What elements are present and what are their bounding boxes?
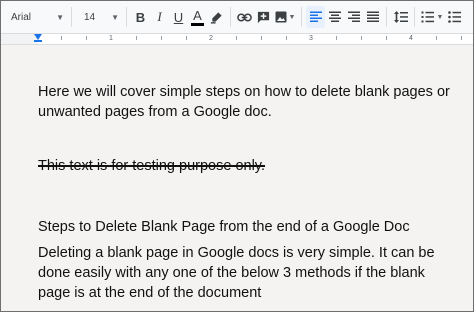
align-right-icon	[347, 11, 360, 22]
ruler-tick	[186, 36, 187, 40]
ruler-tick	[136, 36, 137, 40]
ruler-number: 2	[209, 35, 213, 42]
ruler-tick	[236, 36, 237, 40]
align-left-icon	[309, 11, 322, 22]
toolbar-divider	[71, 7, 72, 27]
justify-button[interactable]	[363, 6, 382, 28]
toolbar-divider	[126, 7, 127, 27]
italic-button[interactable]: I	[150, 6, 169, 28]
align-right-button[interactable]	[344, 6, 363, 28]
font-family-dropdown[interactable]: Arial ▼	[1, 5, 67, 29]
add-comment-icon	[257, 11, 270, 23]
align-left-button[interactable]	[306, 6, 325, 28]
image-icon	[275, 11, 287, 23]
ruler-tick	[436, 36, 437, 40]
font-size-value: 14	[84, 11, 96, 23]
font-family-value: Arial	[11, 11, 32, 23]
ruler-tick	[336, 36, 337, 40]
align-center-button[interactable]	[325, 6, 344, 28]
bold-icon: B	[135, 9, 146, 25]
align-center-icon	[328, 11, 341, 22]
highlighter-icon	[210, 11, 222, 24]
insert-image-button[interactable]: ▼	[273, 6, 297, 28]
chevron-down-icon: ▼	[288, 13, 296, 21]
text-color-icon: A	[193, 7, 202, 23]
insert-link-button[interactable]	[235, 6, 254, 28]
document-paragraph[interactable]: Deleting a blank page in Google docs is …	[38, 243, 458, 303]
ruler-number: 1	[109, 35, 113, 42]
numbered-list-icon	[421, 11, 434, 23]
chevron-down-icon: ▼	[436, 13, 444, 21]
numbered-list-button[interactable]: ▼	[419, 6, 445, 28]
ruler-tick	[86, 36, 87, 40]
highlight-color-button[interactable]	[207, 6, 226, 28]
toolbar-divider	[230, 7, 231, 27]
underline-icon: U	[173, 9, 184, 25]
underline-button[interactable]: U	[169, 6, 188, 28]
chevron-down-icon: ▼	[111, 12, 119, 22]
document-paragraph[interactable]: Here we will cover simple steps on how t…	[38, 82, 458, 122]
link-icon	[237, 12, 252, 22]
toolbar-divider	[414, 7, 415, 27]
ruler-tick	[286, 36, 287, 40]
docs-window: Arial ▼ 14 ▼ B I U A ▼ ▼ 1 2 3 4 Here we…	[0, 0, 474, 312]
strikethrough-paragraph[interactable]: This text is for testing purpose only.	[38, 156, 458, 176]
first-line-indent-marker[interactable]	[34, 40, 42, 42]
ruler-tick	[461, 36, 462, 40]
line-spacing-icon	[393, 11, 408, 23]
italic-icon: I	[157, 9, 162, 24]
bold-button[interactable]: B	[131, 6, 150, 28]
formatting-toolbar: Arial ▼ 14 ▼ B I U A ▼ ▼	[1, 1, 473, 34]
insert-comment-button[interactable]	[254, 6, 273, 28]
ruler-tick	[386, 36, 387, 40]
text-color-button[interactable]: A	[188, 6, 207, 28]
line-spacing-button[interactable]	[391, 6, 410, 28]
bulleted-list-button[interactable]	[445, 6, 464, 28]
toolbar-divider	[386, 7, 387, 27]
ruler-number: 4	[409, 35, 413, 42]
text-color-swatch	[191, 23, 204, 26]
ruler-tick	[61, 36, 62, 40]
ruler-number: 3	[309, 35, 313, 42]
ruler-tick	[361, 36, 362, 40]
font-size-dropdown[interactable]: 14 ▼	[76, 5, 122, 29]
ruler-tick	[161, 36, 162, 40]
align-justify-icon	[366, 11, 379, 22]
section-heading[interactable]: Steps to Delete Blank Page from the end …	[38, 217, 458, 237]
ruler-left-margin	[1, 34, 38, 44]
horizontal-ruler[interactable]: 1 2 3 4	[1, 34, 473, 45]
bulleted-list-icon	[448, 11, 461, 23]
toolbar-divider	[301, 7, 302, 27]
chevron-down-icon: ▼	[56, 12, 64, 22]
ruler-tick	[261, 36, 262, 40]
document-page[interactable]: Here we will cover simple steps on how t…	[1, 45, 473, 311]
